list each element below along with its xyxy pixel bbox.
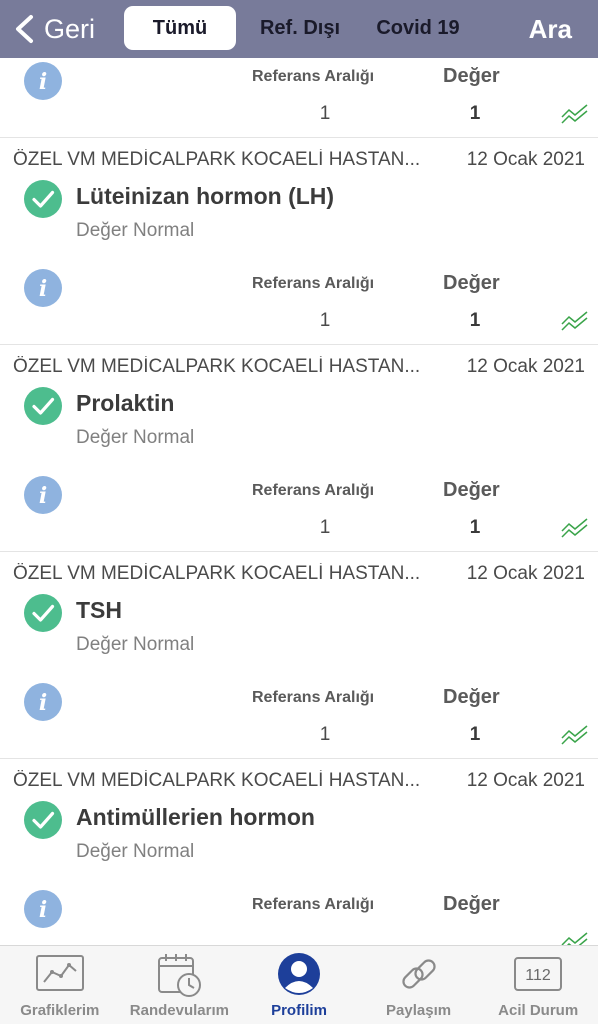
nav-emergency[interactable]: 112 Acil Durum <box>478 946 598 1024</box>
result-status: Değer Normal <box>76 841 195 862</box>
result-card[interactable]: ÖZEL VM MEDİCALPARK KOCAELİ HASTANESİ 12… <box>0 58 598 138</box>
result-value: 1 <box>469 724 481 745</box>
top-navigation-bar: Geri Tümü Ref. Dışı Covid 19 Ara <box>0 0 598 58</box>
nav-share-label: Paylaşım <box>386 1002 452 1019</box>
result-value: 1 <box>469 103 481 124</box>
reference-range-label: Referans Aralığı <box>252 275 375 292</box>
info-icon[interactable]: i <box>24 890 62 928</box>
reference-range-label: Referans Aralığı <box>252 482 375 499</box>
nav-appointments[interactable]: Randevularım <box>120 946 240 1024</box>
nav-emergency-label: Acil Durum <box>498 1002 579 1019</box>
trend-chart-icon[interactable] <box>561 516 588 538</box>
nav-appointments-label: Randevularım <box>129 1002 229 1019</box>
test-name: Antimüllerien hormon <box>76 804 315 830</box>
svg-text:i: i <box>39 69 47 95</box>
back-label: Geri <box>44 13 96 44</box>
nav-profile-label: Profilim <box>271 1002 327 1019</box>
result-date: 12 Ocak 2021 <box>466 770 585 791</box>
test-name: Prolaktin <box>76 390 175 416</box>
result-value: 1 <box>469 517 481 538</box>
search-button[interactable]: Ara <box>529 0 572 58</box>
result-status: Değer Normal <box>76 220 195 241</box>
result-header: ÖZEL VM MEDİCALPARK KOCAELİ HASTAN... 12… <box>13 149 585 175</box>
info-icon[interactable]: i <box>24 62 62 100</box>
info-icon[interactable]: i <box>24 269 62 307</box>
svg-text:i: i <box>39 483 47 509</box>
reference-range-label: Referans Aralığı <box>252 689 375 706</box>
result-value: 1 <box>469 310 481 331</box>
info-icon[interactable]: i <box>24 476 62 514</box>
result-header: ÖZEL VM MEDİCALPARK KOCAELİ HASTAN... 12… <box>13 563 585 589</box>
reference-range-value: 1 <box>319 517 331 538</box>
value-label: Değer <box>443 686 500 708</box>
svg-text:i: i <box>39 897 47 923</box>
test-name: Lüteinizan hormon (LH) <box>76 183 335 209</box>
results-cards: ÖZEL VM MEDİCALPARK KOCAELİ HASTANESİ 12… <box>0 58 598 945</box>
nav-graphs-label: Grafiklerim <box>20 1002 100 1019</box>
value-label: Değer <box>443 272 500 294</box>
trend-chart-icon[interactable] <box>561 930 588 945</box>
lab-name: ÖZEL VM MEDİCALPARK KOCAELİ HASTAN... <box>13 149 421 170</box>
result-card[interactable]: ÖZEL VM MEDİCALPARK KOCAELİ HASTAN... 12… <box>0 345 598 552</box>
chevron-left-icon <box>16 15 33 43</box>
bottom-tab-bar: Grafiklerim Randevularım Profilim Paylaş… <box>0 945 598 1024</box>
reference-range-label: Referans Aralığı <box>252 896 375 913</box>
reference-range-value: 1 <box>319 103 331 124</box>
check-circle-icon <box>24 801 62 839</box>
svg-text:112: 112 <box>525 967 551 984</box>
back-button[interactable]: Geri <box>12 0 95 58</box>
lab-name: ÖZEL VM MEDİCALPARK KOCAELİ HASTAN... <box>13 770 421 791</box>
nav-profile[interactable]: Profilim <box>239 946 359 1024</box>
result-card[interactable]: ÖZEL VM MEDİCALPARK KOCAELİ HASTAN... 12… <box>0 759 598 945</box>
tab-out-of-range[interactable]: Ref. Dışı <box>248 6 352 50</box>
link-icon <box>401 959 436 989</box>
svg-text:i: i <box>39 690 47 716</box>
calendar-clock-icon <box>158 954 202 997</box>
reference-range-label: Referans Aralığı <box>252 68 375 85</box>
value-label: Değer <box>443 893 500 915</box>
info-icon[interactable]: i <box>24 683 62 721</box>
result-card[interactable]: ÖZEL VM MEDİCALPARK KOCAELİ HASTAN... 12… <box>0 138 598 345</box>
results-list[interactable]: ÖZEL VM MEDİCALPARK KOCAELİ HASTANESİ 12… <box>0 58 598 945</box>
result-date: 12 Ocak 2021 <box>466 356 585 377</box>
result-date: 12 Ocak 2021 <box>466 149 585 170</box>
chart-icon <box>35 955 84 991</box>
nav-share[interactable]: Paylaşım <box>359 946 479 1024</box>
value-label: Değer <box>443 479 500 501</box>
check-circle-icon <box>24 180 62 218</box>
reference-range-value: 1 <box>319 310 331 331</box>
reference-range-value: 1 <box>319 724 331 745</box>
svg-text:i: i <box>39 276 47 302</box>
tab-covid-19[interactable]: Covid 19 <box>362 6 474 50</box>
result-date: 12 Ocak 2021 <box>466 563 585 584</box>
result-status: Değer Normal <box>76 427 195 448</box>
nav-graphs[interactable]: Grafiklerim <box>0 946 120 1024</box>
result-header: ÖZEL VM MEDİCALPARK KOCAELİ HASTAN... 12… <box>13 356 585 382</box>
tab-all[interactable]: Tümü <box>124 6 236 50</box>
trend-chart-icon[interactable] <box>561 309 588 331</box>
emergency-112-icon: 112 <box>514 957 563 991</box>
result-card[interactable]: ÖZEL VM MEDİCALPARK KOCAELİ HASTAN... 12… <box>0 552 598 759</box>
lab-name: ÖZEL VM MEDİCALPARK KOCAELİ HASTAN... <box>13 356 421 377</box>
trend-chart-icon[interactable] <box>561 723 588 745</box>
value-label: Değer <box>443 65 500 87</box>
person-icon <box>277 953 320 995</box>
test-name: TSH <box>76 597 122 623</box>
check-circle-icon <box>24 594 62 632</box>
result-status: Değer Normal <box>76 634 195 655</box>
check-circle-icon <box>24 387 62 425</box>
lab-name: ÖZEL VM MEDİCALPARK KOCAELİ HASTAN... <box>13 563 421 584</box>
trend-chart-icon[interactable] <box>561 102 588 124</box>
result-header: ÖZEL VM MEDİCALPARK KOCAELİ HASTAN... 12… <box>13 770 585 796</box>
